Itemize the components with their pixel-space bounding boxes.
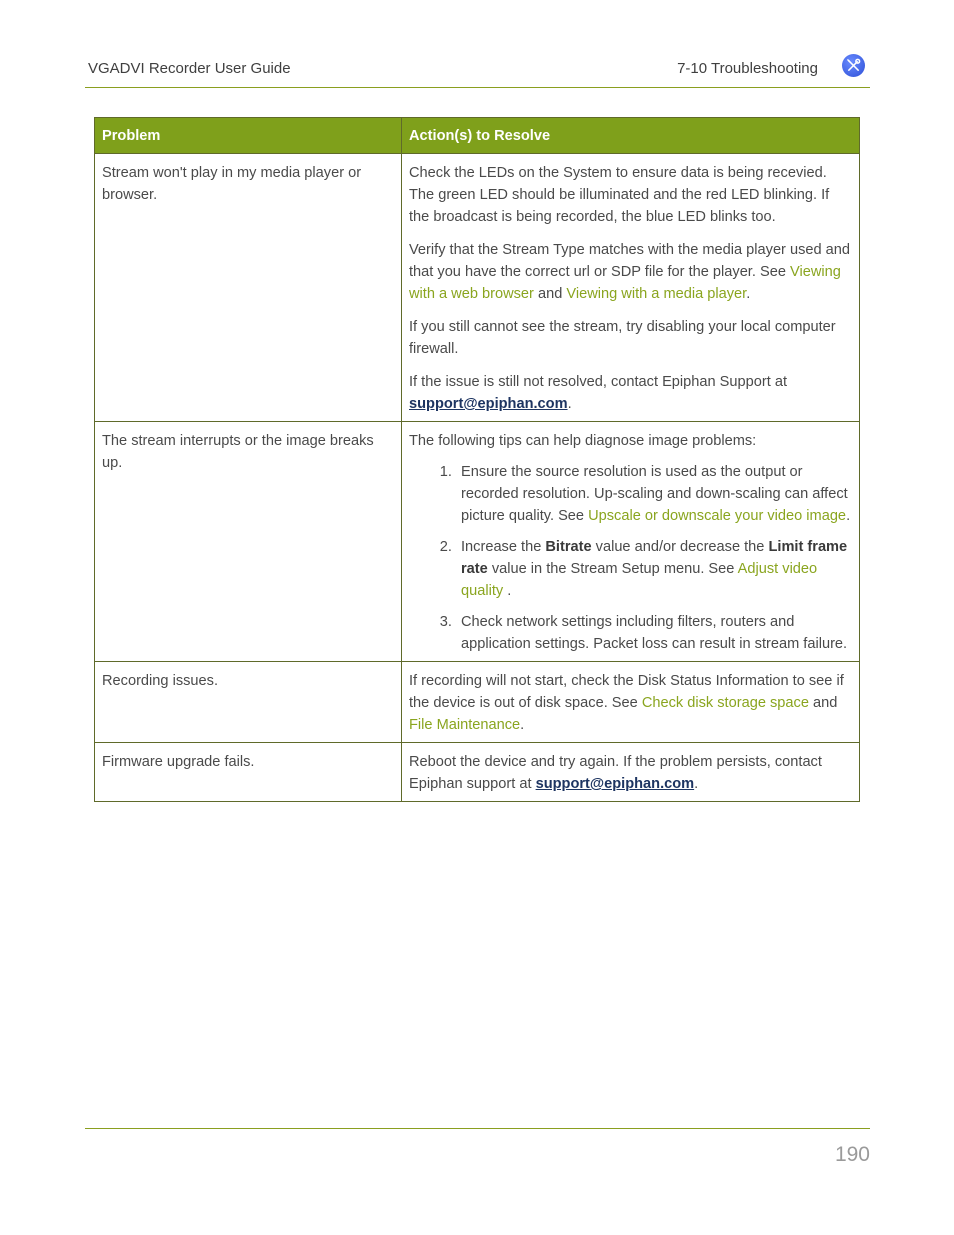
list-item: Ensure the source resolution is used as … — [456, 461, 852, 527]
link-upscale-downscale[interactable]: Upscale or downscale your video image — [588, 508, 846, 524]
text: Increase the — [461, 539, 546, 555]
list-item: Check network settings including filters… — [456, 611, 852, 655]
table-row: Stream won't play in my media player or … — [94, 153, 860, 422]
action-paragraph: Check the LEDs on the System to ensure d… — [409, 165, 830, 225]
link-file-maintenance[interactable]: File Maintenance — [409, 717, 520, 733]
text: . — [746, 286, 751, 302]
support-email-link[interactable]: support@epiphan.com — [536, 776, 695, 792]
wrench-screwdriver-glyph — [847, 58, 861, 71]
actions-cell: The following tips can help diagnose ima… — [401, 421, 860, 662]
list-item: Increase the Bitrate value and/or decrea… — [456, 536, 852, 602]
text: . — [567, 396, 572, 412]
text: If the issue is still not resolved, cont… — [409, 374, 788, 390]
table-header-row: Problem Action(s) to Resolve — [94, 117, 860, 154]
actions-cell: Check the LEDs on the System to ensure d… — [401, 153, 860, 422]
text: and — [533, 286, 567, 302]
action-paragraph: If the issue is still not resolved, cont… — [409, 371, 852, 415]
action-paragraph: Verify that the Stream Type matches with… — [409, 239, 852, 305]
page-number: 190 — [834, 1143, 870, 1166]
column-header-problem: Problem — [94, 117, 402, 154]
table-row: Firmware upgrade fails. Reboot the devic… — [94, 742, 860, 802]
text: . — [503, 583, 512, 599]
link-check-disk-storage[interactable]: Check disk storage space — [642, 695, 809, 711]
tips-list: Ensure the source resolution is used as … — [409, 461, 852, 655]
document-title: VGADVI Recorder User Guide — [88, 60, 291, 77]
footer-divider — [85, 1128, 870, 1129]
text: . — [694, 776, 699, 792]
tools-icon — [842, 54, 865, 77]
action-intro: The following tips can help diagnose ima… — [409, 433, 757, 449]
bold-term: Bitrate — [545, 539, 592, 555]
problem-cell: The stream interrupts or the image break… — [94, 421, 402, 662]
column-header-actions: Action(s) to Resolve — [401, 117, 860, 154]
text: value in the Stream Setup menu. See — [487, 561, 738, 577]
text: . — [846, 508, 851, 524]
text: value and/or decrease the — [591, 539, 769, 555]
actions-cell: If recording will not start, check the D… — [401, 661, 860, 743]
troubleshooting-table: Problem Action(s) to Resolve Stream won'… — [94, 117, 860, 802]
section-title: 7-10 Troubleshooting — [677, 60, 818, 77]
link-viewing-media-player[interactable]: Viewing with a media player — [566, 286, 746, 302]
text: Verify that the Stream Type matches with… — [409, 242, 851, 280]
actions-cell: Reboot the device and try again. If the … — [401, 742, 860, 802]
support-email-link[interactable]: support@epiphan.com — [409, 396, 568, 412]
text: . — [520, 717, 525, 733]
problem-cell: Recording issues. — [94, 661, 402, 743]
text: and — [808, 695, 838, 711]
problem-cell: Firmware upgrade fails. — [94, 742, 402, 802]
table-row: The stream interrupts or the image break… — [94, 421, 860, 662]
problem-cell: Stream won't play in my media player or … — [94, 153, 402, 422]
page-header: VGADVI Recorder User Guide 7-10 Troubles… — [85, 52, 870, 88]
table-row: Recording issues. If recording will not … — [94, 661, 860, 743]
action-paragraph: If you still cannot see the stream, try … — [409, 319, 836, 357]
